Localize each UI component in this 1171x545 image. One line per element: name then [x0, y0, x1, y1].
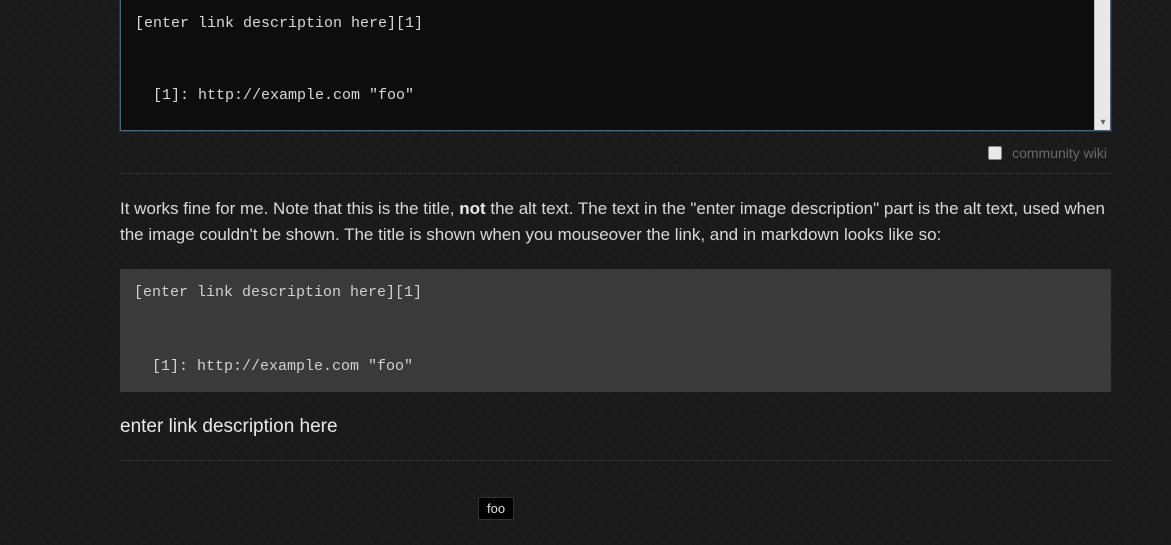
rendered-link[interactable]: enter link description here: [120, 416, 338, 438]
answer-body: It works fine for me. Note that this is …: [120, 196, 1111, 249]
editor-container: [enter link description here][1] [1]: ht…: [120, 0, 1111, 131]
wiki-option-row: community wiki: [120, 131, 1111, 171]
divider-bottom: [120, 460, 1111, 461]
answer-text-1: It works fine for me. Note that this is …: [120, 199, 459, 218]
markdown-editor[interactable]: [enter link description here][1] [1]: ht…: [121, 0, 1110, 130]
scroll-down-icon[interactable]: ▾: [1097, 117, 1109, 129]
editor-scrollbar[interactable]: ▾: [1094, 0, 1110, 130]
community-wiki-label: community wiki: [1012, 145, 1107, 161]
divider: [120, 173, 1111, 174]
link-tooltip: foo: [478, 497, 514, 520]
community-wiki-checkbox[interactable]: [988, 146, 1002, 160]
answer-bold: not: [459, 199, 485, 218]
main-content: [enter link description here][1] [1]: ht…: [120, 0, 1111, 461]
code-sample: [enter link description here][1] [1]: ht…: [120, 269, 1111, 392]
